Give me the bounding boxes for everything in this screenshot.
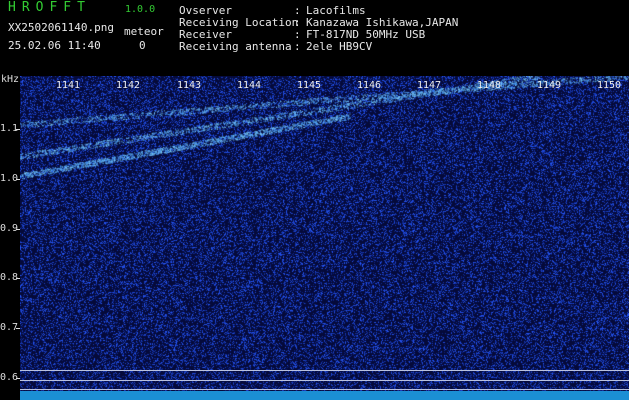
capture-timestamp: 25.02.06 11:40 bbox=[8, 39, 101, 52]
app-title: HROFFT bbox=[8, 0, 91, 15]
y-tick bbox=[16, 229, 20, 230]
y-tick bbox=[16, 179, 20, 180]
reference-line bbox=[20, 380, 629, 381]
reference-line bbox=[20, 389, 629, 390]
x-tick-label: 1147 bbox=[416, 80, 442, 91]
y-axis-unit: kHz bbox=[1, 74, 20, 85]
y-tick bbox=[16, 129, 20, 130]
x-tick-label: 1149 bbox=[536, 80, 562, 91]
y-tick bbox=[16, 328, 20, 329]
app-version: 1.0.0 bbox=[125, 4, 156, 15]
meteor-count: 0 bbox=[139, 39, 146, 52]
noise-floor-band bbox=[20, 391, 629, 400]
capture-filename: XX2502061140.png bbox=[8, 21, 114, 34]
x-tick-label: 1148 bbox=[476, 80, 502, 91]
x-tick-label: 1146 bbox=[356, 80, 382, 91]
info-label-antenna: Receiving antenna bbox=[179, 40, 292, 53]
spectrogram[interactable] bbox=[20, 76, 629, 400]
x-tick-label: 1141 bbox=[55, 80, 81, 91]
x-tick-label: 1145 bbox=[296, 80, 322, 91]
info-value-antenna: 2ele HB9CV bbox=[306, 40, 373, 53]
y-tick bbox=[16, 378, 20, 379]
info-colon: : bbox=[294, 40, 301, 53]
spectrogram-canvas bbox=[20, 76, 629, 400]
x-tick-label: 1144 bbox=[236, 80, 262, 91]
x-tick-label: 1150 bbox=[596, 80, 622, 91]
x-tick-label: 1142 bbox=[115, 80, 141, 91]
meteor-label: meteor bbox=[124, 25, 164, 38]
x-tick-label: 1143 bbox=[176, 80, 202, 91]
reference-line bbox=[20, 370, 629, 371]
y-tick bbox=[16, 278, 20, 279]
